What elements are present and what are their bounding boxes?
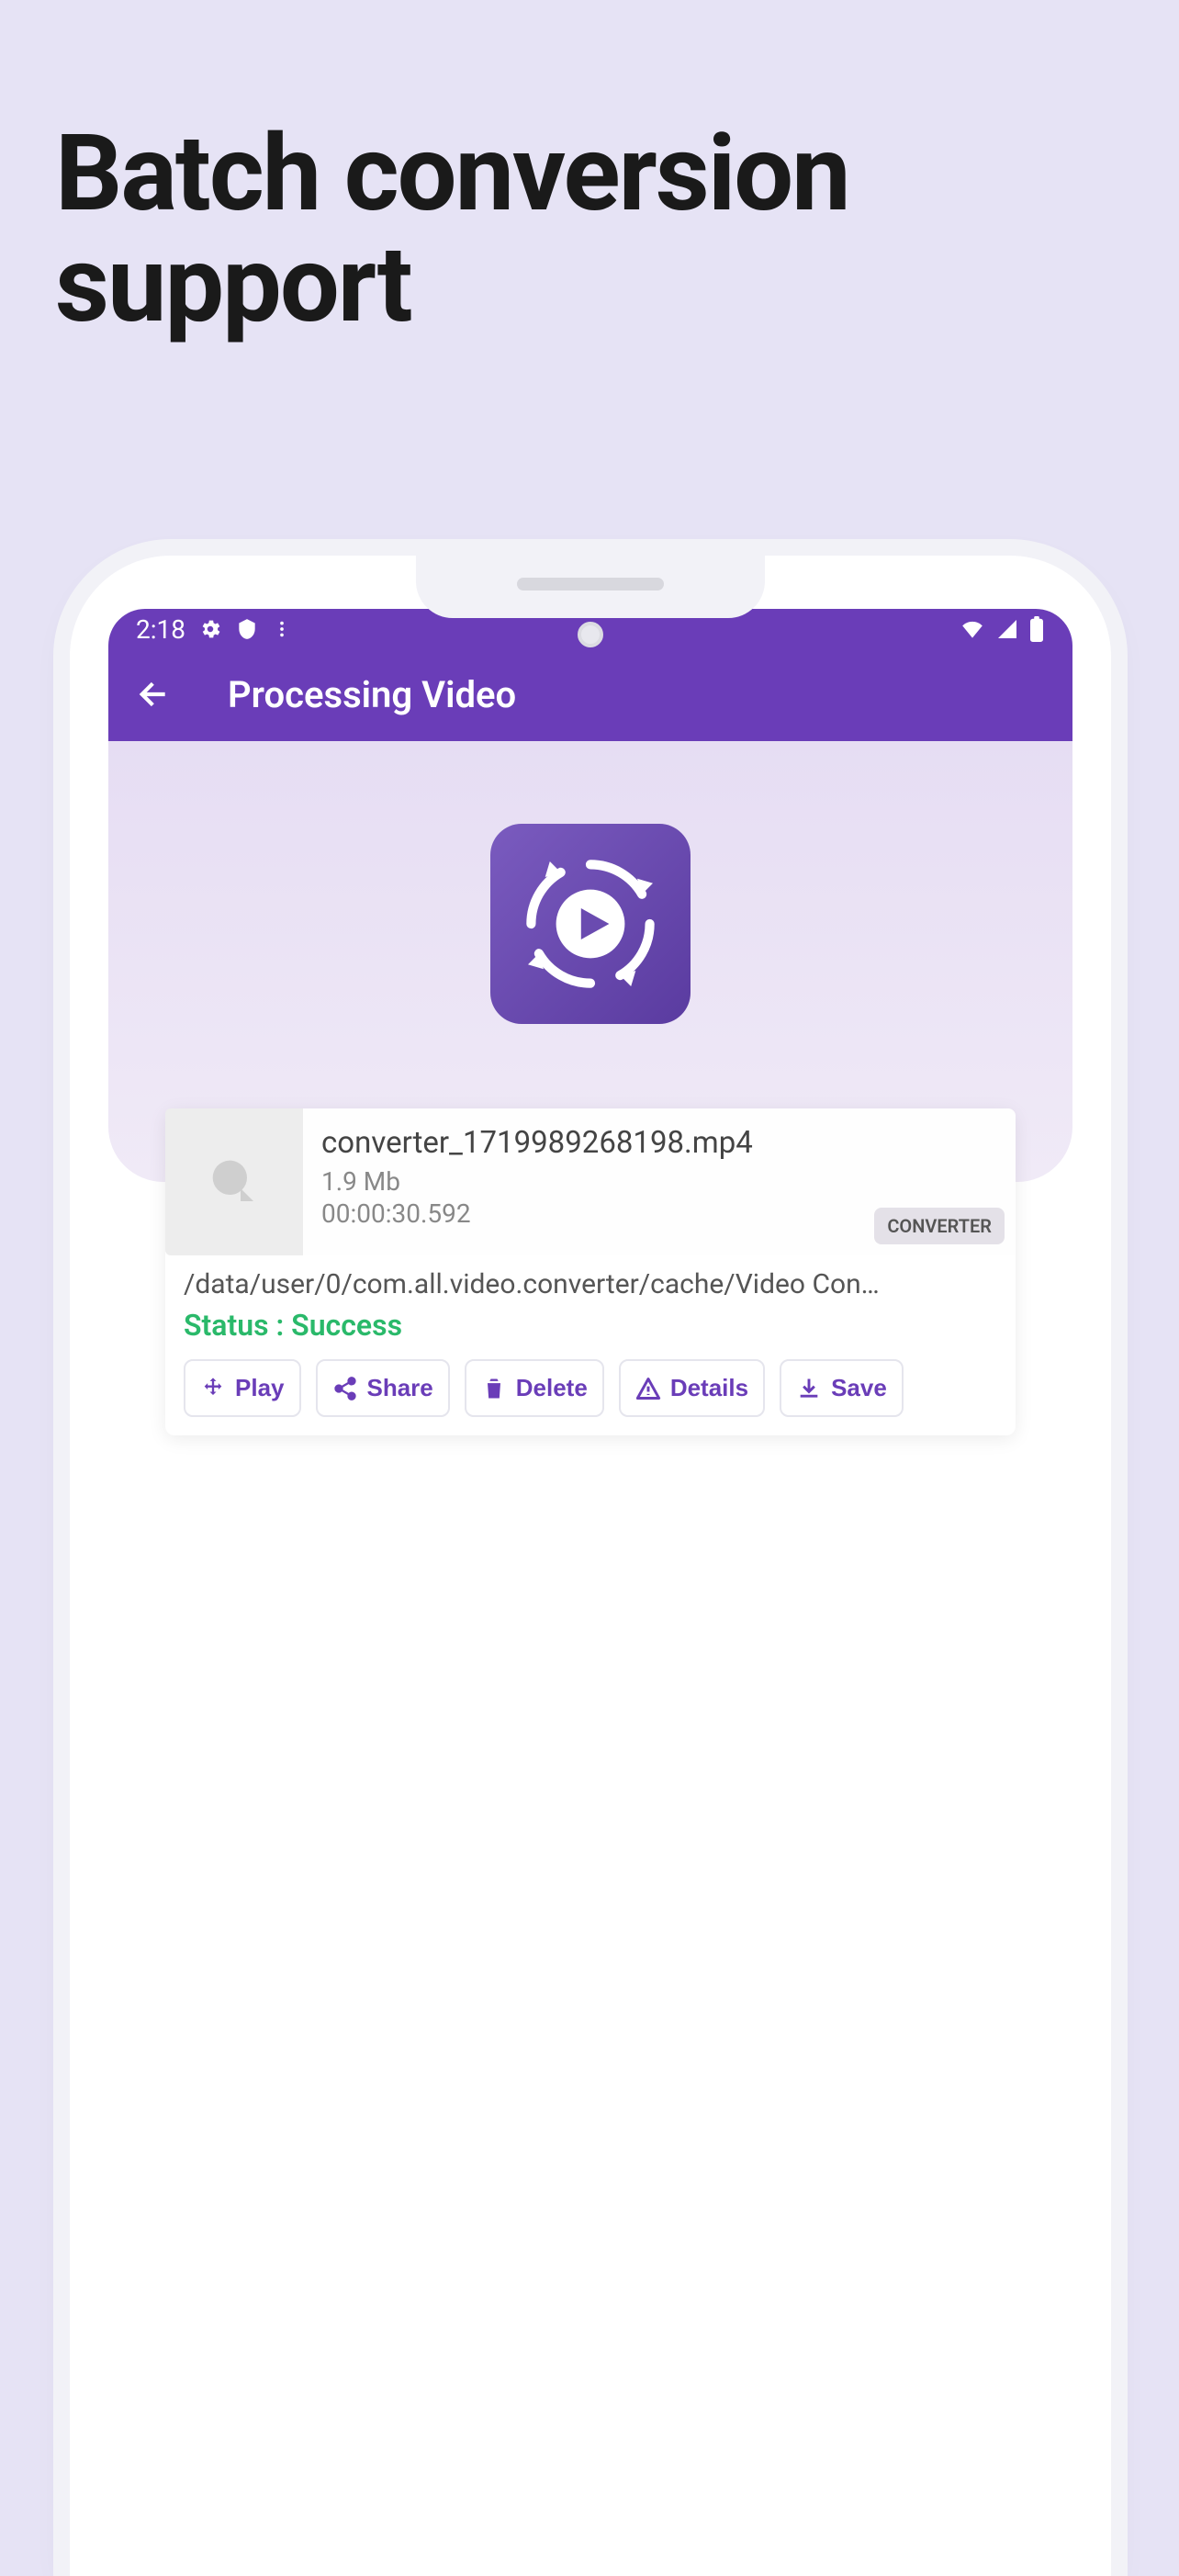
dots-icon <box>272 619 292 639</box>
back-arrow-icon[interactable] <box>136 676 173 713</box>
save-label: Save <box>831 1374 887 1402</box>
delete-label: Delete <box>516 1374 588 1402</box>
action-row: Play Share Delete Details Save <box>165 1359 1016 1417</box>
play-button[interactable]: Play <box>184 1359 301 1417</box>
app-bar: Processing Video <box>108 647 1072 741</box>
file-row: converter_1719989268198.mp4 1.9 Mb 00:00… <box>165 1108 1016 1255</box>
camera-dot <box>578 622 603 647</box>
file-path: /data/user/0/com.all.video.converter/cac… <box>165 1255 1016 1304</box>
signal-icon <box>995 618 1019 640</box>
marketing-headline: Batch conversion support <box>55 119 1179 342</box>
play-move-icon <box>200 1376 226 1401</box>
file-card: converter_1719989268198.mp4 1.9 Mb 00:00… <box>165 1108 1016 1435</box>
page-title: Processing Video <box>228 673 516 716</box>
save-button[interactable]: Save <box>780 1359 904 1417</box>
status-text: Status : Success <box>165 1304 1016 1359</box>
content-area: converter_1719989268198.mp4 1.9 Mb 00:00… <box>108 741 1072 2576</box>
gear-icon <box>198 617 222 641</box>
phone-frame: 2:18 Processing Video <box>70 556 1111 2576</box>
share-icon <box>332 1376 358 1401</box>
battery-icon <box>1028 616 1045 642</box>
details-button[interactable]: Details <box>619 1359 765 1417</box>
video-placeholder-icon <box>208 1156 260 1208</box>
file-thumbnail <box>165 1108 303 1255</box>
share-label: Share <box>367 1374 433 1402</box>
app-logo-icon <box>490 824 691 1024</box>
download-icon <box>796 1376 822 1401</box>
phone-notch <box>416 556 765 618</box>
warning-icon <box>635 1376 661 1401</box>
delete-button[interactable]: Delete <box>465 1359 604 1417</box>
trash-icon <box>481 1376 507 1401</box>
details-label: Details <box>670 1374 748 1402</box>
converter-badge: CONVERTER <box>874 1208 1005 1244</box>
status-time: 2:18 <box>136 614 185 645</box>
shield-icon <box>235 617 259 641</box>
file-size: 1.9 Mb <box>321 1166 997 1197</box>
wifi-icon <box>959 618 986 640</box>
file-name: converter_1719989268198.mp4 <box>321 1125 997 1161</box>
share-button[interactable]: Share <box>316 1359 450 1417</box>
play-label: Play <box>235 1374 285 1402</box>
